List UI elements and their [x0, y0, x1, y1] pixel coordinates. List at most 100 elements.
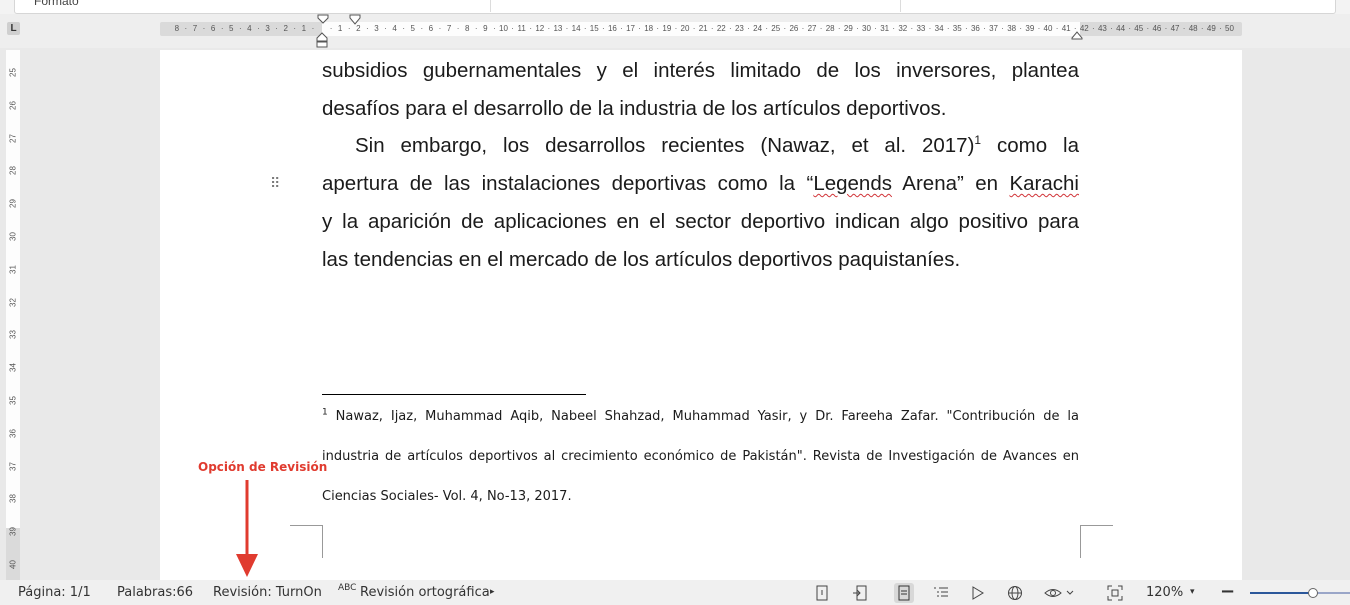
- play-icon[interactable]: [968, 583, 988, 603]
- paragraph-line: apertura de las instalaciones deportivas…: [322, 165, 1079, 203]
- ruler-tick-dot: ·: [384, 24, 387, 33]
- ruler-tick-dot: ·: [347, 24, 351, 33]
- ruler-tick: 24: [753, 24, 763, 33]
- ruler-tick-dot: ·: [964, 24, 968, 33]
- vruler-tick: 26: [8, 100, 18, 110]
- vruler-tick: 37: [8, 461, 18, 471]
- mobile-view-icon[interactable]: [850, 583, 870, 603]
- ruler-tick-dot: ·: [257, 24, 260, 33]
- ruler-tick: 40: [1043, 24, 1053, 33]
- ruler-tick: 7: [446, 24, 452, 33]
- ruler-tick-dot: ·: [402, 24, 406, 33]
- zoom-level[interactable]: 120%: [1146, 585, 1183, 600]
- ruler-tick-dot: ·: [1110, 24, 1113, 33]
- outline-view-icon[interactable]: [931, 583, 951, 603]
- ruler-tick-dot: ·: [565, 24, 569, 33]
- ruler-tick: 1: [337, 24, 343, 33]
- ruler-tick: 49: [1206, 24, 1216, 33]
- ruler-tick-dot: ·: [856, 24, 859, 33]
- ruler-tick-dot: ·: [420, 24, 424, 33]
- ruler-tick: 25: [771, 24, 781, 33]
- ruler-tick: 5: [229, 24, 234, 33]
- zoom-slider-thumb[interactable]: [1308, 588, 1318, 598]
- ruler-tick: 3: [265, 24, 270, 33]
- zoom-out-button[interactable]: −: [1220, 581, 1235, 602]
- toolbar-divider: [900, 0, 901, 12]
- toolbar-label[interactable]: Formato: [34, 0, 79, 8]
- ruler-tick: 16: [607, 24, 617, 33]
- left-indent-marker[interactable]: [316, 30, 328, 51]
- ruler-tick-dot: ·: [1073, 24, 1077, 33]
- print-layout-icon[interactable]: [894, 583, 914, 603]
- drag-handle-icon[interactable]: ⠿: [270, 176, 284, 190]
- tab-selector[interactable]: L: [7, 22, 20, 35]
- ruler-tick-dot: ·: [620, 24, 623, 33]
- ruler-tick-dot: ·: [874, 24, 877, 33]
- chevron-right-icon[interactable]: ▸: [490, 587, 495, 597]
- fit-page-icon[interactable]: [1105, 583, 1125, 603]
- spelling-flag[interactable]: Karachi: [1009, 172, 1079, 195]
- ruler-tick-dot: ·: [1055, 24, 1059, 33]
- chevron-down-icon[interactable]: ▾: [1190, 587, 1195, 597]
- paragraph-1[interactable]: subsidios gubernamentales y el interés l…: [322, 52, 1079, 128]
- page-count[interactable]: Página: 1/1: [18, 585, 91, 600]
- ruler-tick: 26: [789, 24, 799, 33]
- ruler-tick-dot: ·: [1146, 24, 1150, 33]
- vruler-tick: 36: [8, 428, 18, 438]
- crop-mark: [290, 525, 323, 558]
- ruler-tick: 21: [698, 24, 708, 33]
- ruler-tick: 3: [374, 24, 379, 33]
- ruler-tick-dot: ·: [783, 24, 787, 33]
- vertical-ruler[interactable]: 25 26 27 28 29 30 31 32 33 34 35 36 37 38 39 40: [6, 50, 20, 580]
- ruler-tick: 7: [192, 24, 198, 33]
- ruler-tick: 1: [301, 24, 307, 33]
- text-run: apertura de las instalaciones deportivas…: [322, 172, 814, 195]
- ruler-tick-dot: ·: [583, 24, 587, 33]
- vruler-tick: 39: [8, 527, 18, 537]
- ruler-tick-dot: ·: [238, 24, 242, 33]
- spelling-flag[interactable]: Legends: [813, 172, 892, 195]
- ruler-tick-dot: ·: [275, 24, 278, 33]
- ruler-tick: 31: [880, 24, 890, 33]
- ruler-tick: 19: [662, 24, 672, 33]
- ruler-tick: 32: [898, 24, 908, 33]
- ruler-tick: 39: [1025, 24, 1035, 33]
- ruler-tick: 27: [807, 24, 817, 33]
- paragraph-line: subsidios gubernamentales y el interés l…: [322, 59, 1079, 82]
- annotation-label: Opción de Revisión: [198, 460, 328, 474]
- ruler-tick: 46: [1152, 24, 1162, 33]
- spellcheck-button[interactable]: Revisión ortográfica: [360, 585, 490, 600]
- document-page[interactable]: ⠿ subsidios gubernamentales y el interés…: [160, 50, 1242, 580]
- eye-protection-icon[interactable]: [1042, 583, 1076, 603]
- ruler-tick: 44: [1116, 24, 1126, 33]
- footnote[interactable]: 1 Nawaz, Ijaz, Muhammad Aqib, Nabeel Sha…: [322, 397, 1079, 517]
- ruler-tick: 35: [952, 24, 962, 33]
- spellcheck-icon[interactable]: ABC: [338, 583, 356, 593]
- vruler-tick: 38: [8, 494, 18, 504]
- text-run: Nawaz, Ijaz, Muhammad Aqib, Nabeel Shahz…: [327, 409, 1079, 424]
- ruler-tick: 43: [1097, 24, 1107, 33]
- word-count[interactable]: Palabras:66: [117, 585, 193, 600]
- ruler-tick-dot: ·: [692, 24, 696, 33]
- ruler-tick-dot: ·: [474, 24, 478, 33]
- revision-toggle[interactable]: Revisión: TurnOn: [213, 585, 322, 600]
- ruler-tick: 42: [1079, 24, 1089, 33]
- ruler-tick-dot: ·: [946, 24, 950, 33]
- ruler-tick-dot: ·: [1219, 24, 1222, 33]
- ruler-tick-dot: ·: [1182, 24, 1186, 33]
- read-mode-icon[interactable]: [812, 583, 832, 603]
- globe-icon[interactable]: [1005, 583, 1025, 603]
- ruler-tick: 48: [1188, 24, 1198, 33]
- ruler-tick-dot: ·: [493, 24, 496, 33]
- ruler-tick-dot: ·: [983, 24, 986, 33]
- ruler-tick-dot: ·: [1128, 24, 1132, 33]
- first-line-indent-marker[interactable]: [317, 14, 329, 27]
- paragraph-2[interactable]: Sin embargo, los desarrollos recientes (…: [322, 127, 1079, 279]
- horizontal-ruler[interactable]: 8 · 7 · 6 · 5 · 4 · 3 · 2 · 1 · 1 · 2 · 3 · 4 · 5 · 6 · 7 · 8 · 9 · 10 · 11 ·…: [160, 14, 1242, 48]
- ruler-tick: 23: [734, 24, 744, 33]
- ruler-tick: 50: [1225, 24, 1234, 33]
- paragraph-line: las tendencias en el mercado de los artí…: [322, 248, 961, 271]
- footnote-line: Ciencias Sociales- Vol. 4, No-13, 2017.: [322, 489, 572, 504]
- zoom-slider[interactable]: [1250, 588, 1350, 598]
- ruler-tick: 13: [553, 24, 563, 33]
